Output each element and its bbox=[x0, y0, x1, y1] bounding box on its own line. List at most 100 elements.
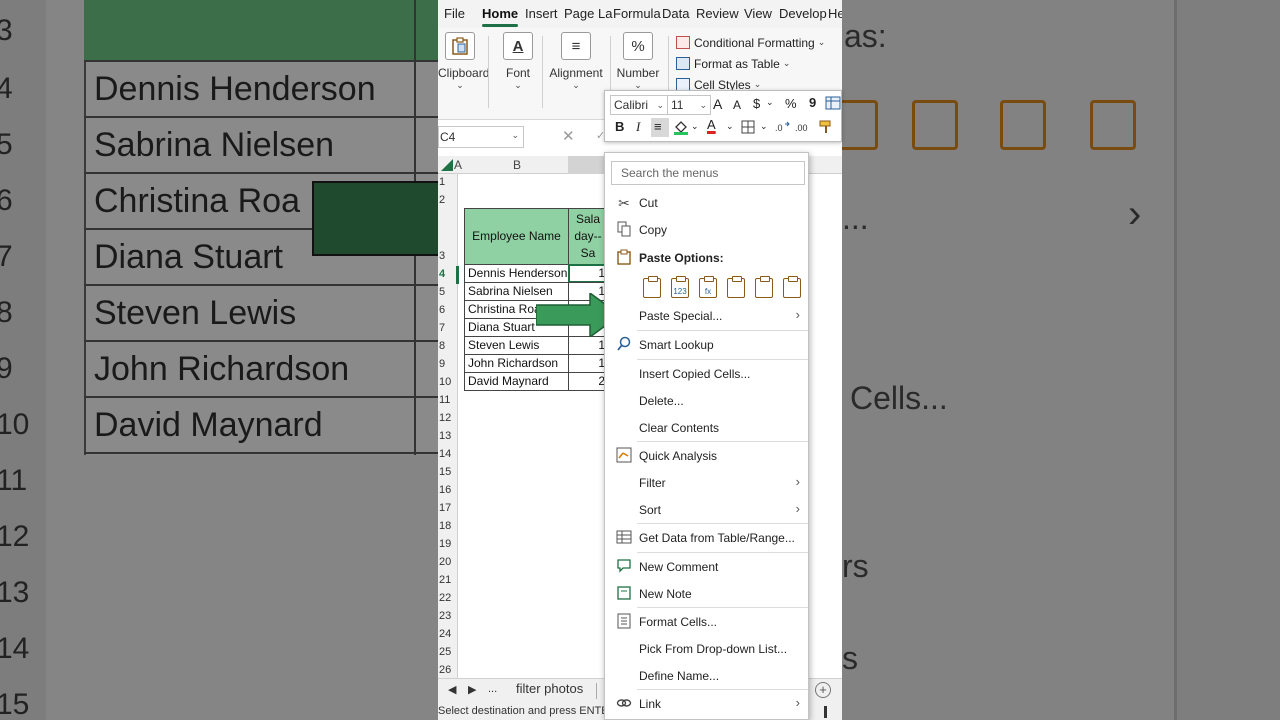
row-header[interactable]: 5 bbox=[439, 286, 445, 298]
row-header[interactable]: 1 bbox=[439, 176, 445, 188]
row-header[interactable]: 10 bbox=[439, 376, 451, 388]
row-header[interactable]: 8 bbox=[439, 340, 445, 352]
increase-font-size-icon[interactable]: A bbox=[713, 96, 722, 112]
cell-name[interactable]: Dennis Henderson bbox=[464, 264, 569, 283]
row-header[interactable]: 20 bbox=[439, 556, 451, 568]
paste-values-icon[interactable]: 123 bbox=[671, 276, 689, 298]
bold-button[interactable]: B bbox=[615, 119, 624, 134]
tab-file[interactable]: File bbox=[444, 6, 465, 21]
menu-item-paste-special[interactable]: Paste Special... › bbox=[605, 303, 808, 329]
row-header[interactable]: 15 bbox=[439, 466, 451, 478]
row-header[interactable]: 12 bbox=[439, 412, 451, 424]
menu-item-delete[interactable]: Delete... bbox=[605, 388, 808, 414]
menu-item-insert-copied-cells[interactable]: Insert Copied Cells... bbox=[605, 361, 808, 387]
search-menus-input[interactable]: Search the menus bbox=[611, 161, 805, 185]
row-header[interactable]: 6 bbox=[439, 304, 445, 316]
next-sheet-icon[interactable]: ▶ bbox=[468, 683, 476, 696]
paste-link-icon[interactable] bbox=[783, 276, 801, 298]
alignment-group[interactable]: ≡ Alignment ⌄ bbox=[548, 32, 604, 91]
zoom-slider-thumb[interactable] bbox=[824, 706, 827, 718]
font-size-dropdown[interactable]: 11 ⌄ bbox=[667, 95, 711, 115]
decrease-decimal-icon[interactable]: .00 bbox=[795, 120, 811, 134]
menu-item-cut[interactable]: ✂ Cut bbox=[605, 190, 808, 216]
tab-insert[interactable]: Insert bbox=[525, 6, 558, 21]
tab-data[interactable]: Data bbox=[662, 6, 689, 21]
menu-item-clear-contents[interactable]: Clear Contents bbox=[605, 415, 808, 441]
font-name-dropdown[interactable]: Calibri ⌄ bbox=[610, 95, 668, 115]
menu-item-copy[interactable]: Copy bbox=[605, 217, 808, 243]
row-header[interactable]: 2 bbox=[439, 194, 445, 206]
row-header[interactable]: 24 bbox=[439, 628, 451, 640]
paste-icon[interactable] bbox=[643, 276, 661, 298]
menu-item-quick-analysis[interactable]: Quick Analysis bbox=[605, 443, 808, 469]
cell-salary-selected[interactable]: 1 bbox=[568, 264, 608, 283]
tab-formulas[interactable]: Formula bbox=[613, 6, 661, 21]
italic-button[interactable]: I bbox=[636, 119, 640, 135]
name-box[interactable]: C4 ⌄ bbox=[438, 126, 524, 148]
clipboard-group[interactable]: Clipboard ⌄ bbox=[438, 32, 489, 91]
chevron-down-icon[interactable]: ⌄ bbox=[726, 121, 734, 132]
menu-item-sort[interactable]: Sort › bbox=[605, 497, 808, 523]
column-header-a[interactable]: A bbox=[454, 158, 462, 172]
tab-help[interactable]: He bbox=[828, 6, 842, 21]
menu-item-link[interactable]: Link › bbox=[605, 691, 808, 717]
row-header[interactable]: 26 bbox=[439, 664, 451, 676]
chevron-down-icon[interactable]: ⌄ bbox=[760, 121, 768, 132]
column-header-c[interactable] bbox=[568, 156, 604, 174]
menu-item-new-note[interactable]: New Note bbox=[605, 581, 808, 607]
row-header[interactable]: 3 bbox=[439, 250, 445, 262]
font-color-icon[interactable]: A bbox=[707, 117, 716, 132]
row-header[interactable]: 17 bbox=[439, 502, 451, 514]
row-header[interactable]: 9 bbox=[439, 358, 445, 370]
tab-developer[interactable]: Develop bbox=[779, 6, 827, 21]
row-header[interactable]: 23 bbox=[439, 610, 451, 622]
select-all-icon[interactable] bbox=[441, 159, 453, 171]
tab-review[interactable]: Review bbox=[696, 6, 739, 21]
cell-salary[interactable]: 1 bbox=[568, 336, 608, 355]
format-as-table-button[interactable]: Format as Table ⌄ bbox=[676, 53, 825, 74]
decrease-font-size-icon[interactable]: A bbox=[733, 98, 741, 112]
cell-name[interactable]: David Maynard bbox=[464, 372, 569, 391]
tab-view[interactable]: View bbox=[744, 6, 772, 21]
chevron-down-icon[interactable]: ⌄ bbox=[766, 97, 774, 108]
row-header[interactable]: 4 bbox=[439, 268, 445, 280]
row-header[interactable]: 11 bbox=[439, 394, 450, 406]
row-header[interactable]: 25 bbox=[439, 646, 451, 658]
font-group[interactable]: A Font ⌄ bbox=[500, 32, 536, 91]
menu-item-define-name[interactable]: Define Name... bbox=[605, 663, 808, 689]
borders-icon[interactable] bbox=[741, 120, 755, 134]
paste-formatting-icon[interactable] bbox=[755, 276, 773, 298]
fill-color-icon[interactable] bbox=[673, 119, 689, 135]
cell-salary[interactable]: 2 bbox=[568, 372, 608, 391]
header-employee-name[interactable]: Employee Name bbox=[464, 208, 569, 265]
chevron-down-icon[interactable]: ⌄ bbox=[511, 130, 519, 141]
align-center-button[interactable]: ≡ bbox=[651, 118, 669, 137]
cell-salary[interactable]: 1 bbox=[568, 354, 608, 373]
tab-home[interactable]: Home bbox=[482, 6, 518, 21]
chevron-down-icon[interactable]: ⌄ bbox=[691, 121, 699, 132]
currency-format-icon[interactable]: $ bbox=[753, 96, 760, 111]
table-icon[interactable] bbox=[825, 96, 841, 110]
row-header[interactable]: 21 bbox=[439, 574, 451, 586]
row-header[interactable]: 19 bbox=[439, 538, 451, 550]
row-header[interactable]: 22 bbox=[439, 592, 451, 604]
menu-item-format-cells[interactable]: Format Cells... bbox=[605, 609, 808, 635]
row-header[interactable]: 13 bbox=[439, 430, 451, 442]
tab-page-layout[interactable]: Page La bbox=[564, 6, 612, 21]
row-header[interactable]: 18 bbox=[439, 520, 451, 532]
cancel-icon[interactable]: ✕ bbox=[562, 127, 575, 145]
menu-item-smart-lookup[interactable]: Smart Lookup bbox=[605, 332, 808, 358]
menu-item-filter[interactable]: Filter › bbox=[605, 470, 808, 496]
increase-decimal-icon[interactable]: .0 bbox=[775, 120, 791, 134]
sheet-tab-active[interactable]: filter photos bbox=[516, 681, 583, 696]
column-header-b[interactable]: B bbox=[513, 158, 521, 172]
menu-item-get-data[interactable]: Get Data from Table/Range... bbox=[605, 525, 808, 551]
menu-item-new-comment[interactable]: New Comment bbox=[605, 554, 808, 580]
prev-sheet-icon[interactable]: ◀ bbox=[448, 683, 456, 696]
comma-style-icon[interactable]: 9 bbox=[809, 95, 816, 110]
conditional-formatting-button[interactable]: Conditional Formatting ⌄ bbox=[676, 32, 825, 53]
cell-name[interactable]: John Richardson bbox=[464, 354, 569, 373]
row-header[interactable]: 16 bbox=[439, 484, 451, 496]
paste-transpose-icon[interactable] bbox=[727, 276, 745, 298]
more-sheets-button[interactable]: ... bbox=[488, 683, 497, 695]
